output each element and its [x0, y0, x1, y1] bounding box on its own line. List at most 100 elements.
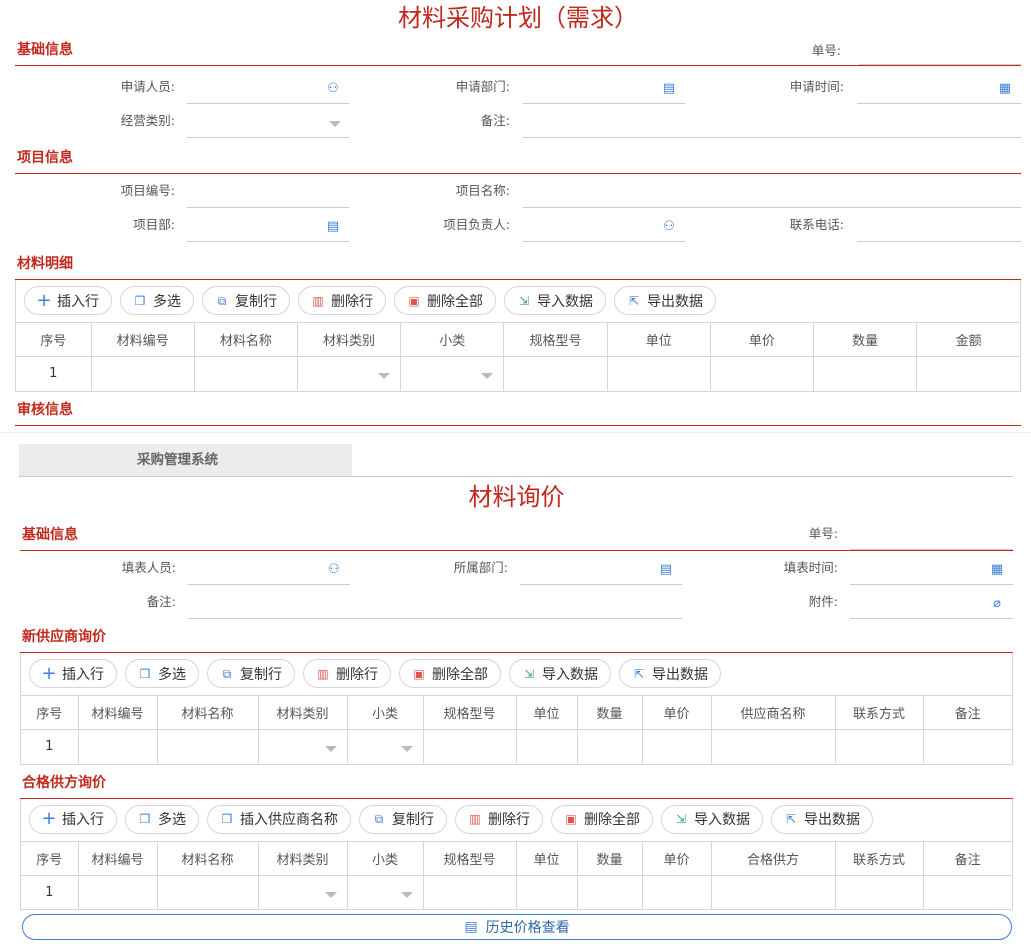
table-cell[interactable] — [835, 874, 924, 909]
table-cell[interactable] — [642, 874, 712, 909]
table-cell[interactable] — [577, 729, 643, 764]
order-no-field[interactable] — [850, 524, 1013, 550]
history-price-button[interactable]: ▤ 历史价格查看 — [22, 914, 1012, 940]
table-cell-select[interactable] — [258, 729, 348, 764]
multi-select-button[interactable]: ❒ 多选 — [125, 659, 199, 688]
delete-row-button[interactable]: ▥ 删除行 — [303, 659, 391, 688]
filler-field[interactable]: ⚇ — [188, 559, 350, 585]
chevron-down-icon[interactable] — [329, 121, 341, 127]
phone-field[interactable] — [857, 216, 1021, 242]
chevron-down-icon[interactable] — [324, 746, 337, 752]
delete-row-button[interactable]: ▥ 删除行 — [455, 804, 543, 834]
chevron-down-icon[interactable] — [378, 373, 391, 379]
column-header: 材料类别 — [297, 322, 402, 357]
toolbar: + 插入行 ❒ 多选 ⧉ 复制行 ▥ 删除行 ▣ 删除全部 ⇲ 导入数据 ⇱ 导出数据 — [16, 280, 1020, 322]
export-button[interactable]: ⇱ 导出数据 — [619, 659, 721, 688]
paperclip-icon[interactable]: ⌀ — [989, 596, 1005, 612]
calendar-icon[interactable]: ▦ — [989, 562, 1005, 578]
delete-all-button[interactable]: ▣ 删除全部 — [394, 286, 496, 315]
chevron-down-icon[interactable] — [481, 373, 494, 379]
org-icon[interactable]: ▤ — [661, 81, 677, 97]
import-button[interactable]: ⇲ 导入数据 — [504, 286, 606, 315]
table-cell-select[interactable] — [297, 356, 402, 391]
section-new-supplier: 新供应商询价 — [20, 619, 1013, 653]
table-cell[interactable] — [710, 356, 815, 391]
section-basic: 基础信息 单号: — [20, 517, 1013, 551]
column-header: 备注 — [923, 695, 1012, 730]
copy-row-button[interactable]: ⧉ 复制行 — [202, 286, 290, 315]
table-cell[interactable] — [516, 874, 578, 909]
table-cell[interactable] — [423, 874, 517, 909]
table-cell[interactable] — [711, 729, 836, 764]
table-cell[interactable] — [91, 356, 195, 391]
insert-row-button[interactable]: + 插入行 — [29, 804, 117, 834]
time-field[interactable]: ▦ — [857, 78, 1021, 104]
insert-supplier-button[interactable]: ❒ 插入供应商名称 — [207, 804, 351, 834]
table-cell[interactable] — [577, 874, 643, 909]
table-cell[interactable] — [516, 729, 578, 764]
cube-icon: ❒ — [134, 293, 146, 308]
table-cell[interactable] — [607, 356, 711, 391]
chevron-down-icon[interactable] — [324, 891, 337, 898]
table-cell[interactable] — [916, 356, 1020, 391]
time-field[interactable]: ▦ — [850, 559, 1013, 585]
dept-field[interactable]: ▤ — [520, 559, 682, 585]
table-cell[interactable] — [78, 874, 158, 909]
biz-type-select[interactable] — [187, 112, 349, 138]
export-button[interactable]: ⇱ 导出数据 — [771, 804, 873, 834]
copy-row-button[interactable]: ⧉ 复制行 — [207, 659, 295, 688]
project-name-field[interactable] — [523, 182, 1021, 208]
org-icon[interactable]: ▤ — [658, 562, 674, 578]
column-header: 序号 — [21, 695, 79, 730]
project-no-field[interactable] — [187, 182, 349, 208]
table-cell[interactable] — [503, 356, 608, 391]
import-icon: ⇲ — [675, 812, 687, 826]
calendar-icon[interactable]: ▦ — [997, 81, 1013, 97]
chevron-down-icon[interactable] — [400, 891, 413, 898]
delete-all-button[interactable]: ▣ 删除全部 — [399, 659, 501, 688]
table-cell[interactable] — [423, 729, 517, 764]
table-cell[interactable] — [157, 729, 259, 764]
chevron-down-icon[interactable] — [400, 746, 413, 752]
table-cell[interactable] — [923, 729, 1012, 764]
table-cell-select[interactable] — [347, 729, 424, 764]
table-cell[interactable] — [157, 874, 259, 909]
insert-row-button[interactable]: + 插入行 — [24, 286, 112, 315]
order-no-field[interactable] — [859, 39, 1021, 65]
copy-row-button[interactable]: ⧉ 复制行 — [359, 804, 447, 834]
insert-row-button[interactable]: + 插入行 — [29, 659, 117, 688]
user-icon[interactable]: ⚇ — [325, 81, 341, 97]
system-tab[interactable]: 采购管理系统 — [19, 444, 352, 476]
column-header: 单位 — [516, 695, 578, 730]
table-cell[interactable] — [642, 729, 712, 764]
dept-field[interactable]: ▤ — [523, 78, 685, 104]
order-no-label: 单号: — [808, 526, 838, 541]
project-manager-field[interactable]: ⚇ — [523, 216, 685, 242]
multi-select-button[interactable]: ❒ 多选 — [125, 804, 199, 834]
form-title: 材料采购计划（需求） — [398, 4, 638, 32]
applicant-field[interactable]: ⚇ — [187, 78, 349, 104]
table-cell[interactable] — [78, 729, 158, 764]
export-button[interactable]: ⇱ 导出数据 — [614, 286, 716, 315]
import-button[interactable]: ⇲ 导入数据 — [661, 804, 763, 834]
remark-field[interactable] — [523, 112, 1021, 138]
table-cell-select[interactable] — [400, 356, 505, 391]
user-icon[interactable]: ⚇ — [326, 562, 342, 578]
table-cell[interactable] — [813, 356, 918, 391]
delete-all-button[interactable]: ▣ 删除全部 — [551, 804, 653, 834]
table-cell-select[interactable] — [258, 874, 348, 909]
table-cell[interactable] — [711, 874, 836, 909]
import-button[interactable]: ⇲ 导入数据 — [509, 659, 611, 688]
column-header: 联系方式 — [835, 840, 924, 876]
delete-row-button[interactable]: ▥ 删除行 — [298, 286, 386, 315]
table-cell[interactable] — [194, 356, 298, 391]
user-icon[interactable]: ⚇ — [661, 219, 677, 235]
project-dept-field[interactable]: ▤ — [187, 216, 349, 242]
multi-select-button[interactable]: ❒ 多选 — [120, 286, 194, 315]
table-cell[interactable] — [835, 729, 924, 764]
attach-field[interactable]: ⌀ — [850, 593, 1013, 619]
table-cell[interactable] — [923, 874, 1012, 909]
org-icon[interactable]: ▤ — [325, 219, 341, 235]
remark-field[interactable] — [188, 593, 682, 619]
table-cell-select[interactable] — [347, 874, 424, 909]
